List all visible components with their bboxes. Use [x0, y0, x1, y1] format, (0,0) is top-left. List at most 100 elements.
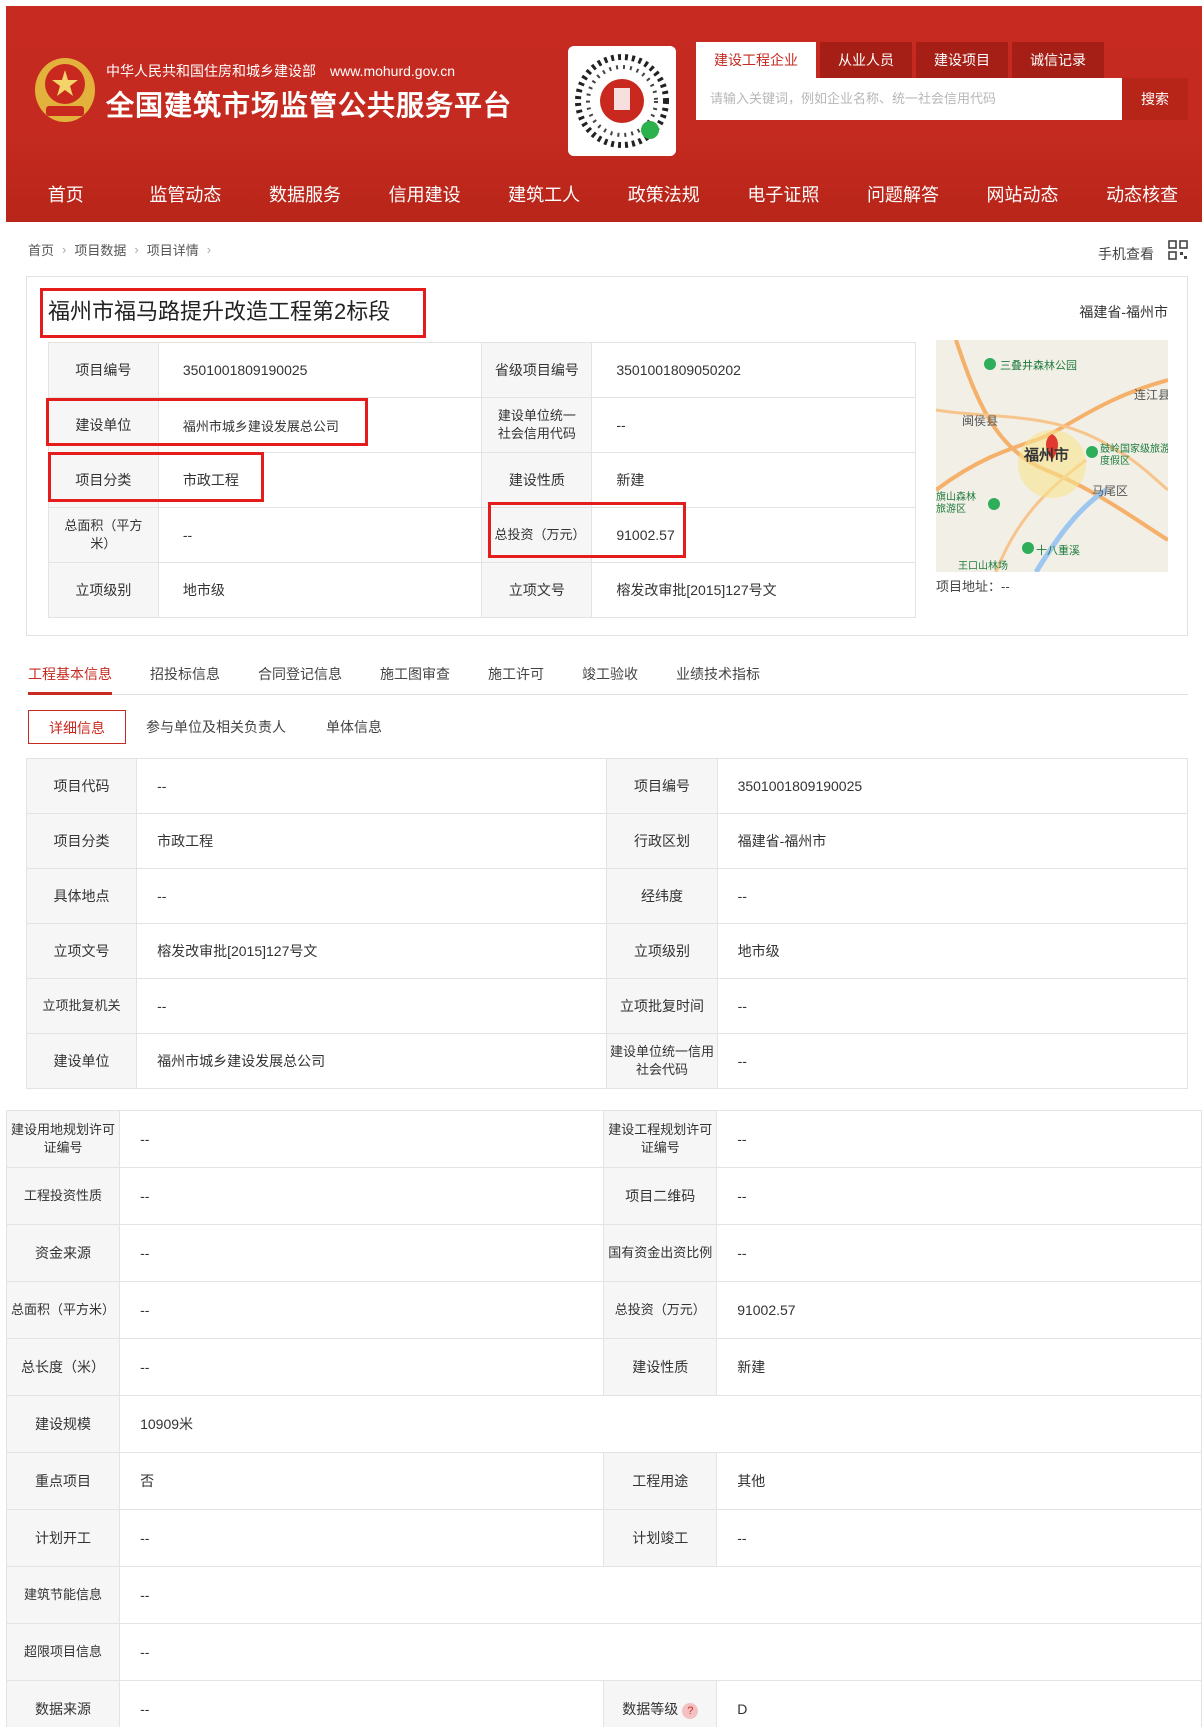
map-label-minhou: 闽侯县 [962, 414, 999, 428]
mini-program-qr-icon [568, 46, 676, 156]
org-url: www.mohurd.gov.cn [330, 63, 456, 79]
map-label-forest-park: 三叠井森林公园 [1000, 360, 1077, 372]
label-location: 具体地点 [25, 868, 138, 924]
nav-item-workers[interactable]: 建筑工人 [484, 168, 604, 222]
nav-item-data-service[interactable]: 数据服务 [245, 168, 365, 222]
value-investment-nature: -- [119, 1167, 605, 1225]
tab-bidding[interactable]: 招投标信息 [150, 664, 220, 684]
label-approval-doc: 立项文号 [25, 923, 138, 979]
table-row: 数据来源 -- 数据等级? D [5, 1680, 1202, 1727]
search-tab-enterprise[interactable]: 建设工程企业 [696, 42, 816, 78]
table-row: 建设单位 福州市城乡建设发展总公司 建设单位统一信用社会代码 -- [25, 1033, 1189, 1089]
search-tab-personnel[interactable]: 从业人员 [820, 42, 912, 78]
value-land-permit: -- [119, 1110, 605, 1168]
tabs-divider [28, 694, 1188, 695]
mobile-view-link[interactable]: 手机查看 [1098, 244, 1154, 264]
sub-tabs: 详细信息 参与单位及相关负责人 单体信息 [28, 710, 402, 744]
breadcrumb: 首页 › 项目数据 › 项目详情 › [28, 240, 211, 259]
label-approval-doc: 立项文号 [481, 562, 593, 618]
label-data-source: 数据来源 [5, 1680, 121, 1727]
highlight-category [48, 452, 264, 502]
label-project-qrcode: 项目二维码 [603, 1167, 718, 1225]
search-tab-project[interactable]: 建设项目 [916, 42, 1008, 78]
search-button[interactable]: 搜索 [1122, 78, 1188, 120]
nav-item-supervision-news[interactable]: 监管动态 [126, 168, 246, 222]
value-planned-start: -- [119, 1509, 605, 1567]
qr-code-icon[interactable] [1168, 240, 1188, 260]
table-row: 项目分类 市政工程 行政区划 福建省-福州市 [25, 813, 1189, 869]
value-total-area: -- [157, 507, 483, 563]
breadcrumb-project-detail: 项目详情 [146, 243, 199, 258]
chevron-right-icon: › [134, 242, 139, 257]
table-row: 计划开工 -- 计划竣工 -- [5, 1509, 1202, 1567]
nav-item-e-certificate[interactable]: 电子证照 [724, 168, 844, 222]
nav-item-policy[interactable]: 政策法规 [604, 168, 724, 222]
value-planning-permit: -- [716, 1110, 1202, 1168]
value-over-limit: -- [119, 1623, 1202, 1681]
subtab-units[interactable]: 单体信息 [306, 710, 402, 744]
table-row: 重点项目 否 工程用途 其他 [5, 1452, 1202, 1510]
label-over-limit: 超限项目信息 [5, 1623, 121, 1681]
label-planning-permit: 建设工程规划许可证编号 [603, 1110, 718, 1168]
label-builder: 建设单位 [25, 1033, 138, 1089]
value-planned-end: -- [716, 1509, 1202, 1567]
map-label-wangkoushan: 王口山林场 [958, 561, 1008, 572]
label-builder-credit-code: 建设单位统一信用社会代码 [606, 1033, 718, 1089]
value-total-investment: 91002.57 [716, 1281, 1202, 1339]
nav-item-credit[interactable]: 信用建设 [365, 168, 485, 222]
value-coordinates: -- [716, 868, 1189, 924]
value-builder-credit-code: -- [591, 397, 916, 453]
table-row: 总面积（平方米） -- 总投资（万元） 91002.57 [48, 507, 916, 563]
breadcrumb-home[interactable]: 首页 [28, 240, 54, 259]
value-category: 市政工程 [136, 813, 608, 869]
map-label-fuzhou: 福州市 [1024, 447, 1070, 464]
label-fund-source: 资金来源 [5, 1224, 121, 1282]
label-state-fund-ratio: 国有资金出资比例 [603, 1224, 718, 1282]
table-row: 总长度（米） -- 建设性质 新建 [5, 1338, 1202, 1396]
value-approval-level: 地市级 [157, 562, 483, 618]
label-planned-start: 计划开工 [5, 1509, 121, 1567]
label-scale: 建设规模 [5, 1395, 121, 1453]
value-project-no: 3501001809190025 [157, 342, 483, 398]
search-input[interactable]: 请输入关键词，例如企业名称、统一社会信用代码 [696, 78, 1122, 120]
table-row: 项目代码 -- 项目编号 3501001809190025 [25, 758, 1189, 814]
tab-contract[interactable]: 合同登记信息 [258, 664, 342, 684]
value-energy-saving: -- [119, 1566, 1202, 1624]
nav-item-faq[interactable]: 问题解答 [843, 168, 963, 222]
label-builder-credit-code: 建设单位统一社会信用代码 [481, 397, 593, 453]
table-row: 超限项目信息 -- [5, 1623, 1202, 1681]
tab-drawing-review[interactable]: 施工图审查 [380, 664, 450, 684]
label-approval-level: 立项级别 [606, 923, 718, 979]
label-project-code: 项目代码 [25, 758, 138, 814]
label-approval-authority: 立项批复机关 [25, 978, 138, 1034]
nav-item-site-news[interactable]: 网站动态 [963, 168, 1083, 222]
value-key-project: 否 [119, 1452, 605, 1510]
table-row: 具体地点 -- 经纬度 -- [25, 868, 1189, 924]
project-map[interactable]: 三叠井森林公园 连江县 闽侯县 福州市 鼓岭国家级旅游度假区 马尾区 旗山森林旅… [936, 340, 1168, 572]
tab-construction-permit[interactable]: 施工许可 [488, 664, 544, 684]
label-planned-end: 计划竣工 [603, 1509, 718, 1567]
nav-item-dynamic-check[interactable]: 动态核查 [1082, 168, 1202, 222]
value-scale: 10909米 [119, 1395, 1202, 1453]
subtab-participants[interactable]: 参与单位及相关负责人 [126, 710, 306, 744]
search-tab-credit[interactable]: 诚信记录 [1012, 42, 1104, 78]
project-address: 项目地址：-- [936, 576, 1010, 595]
label-provincial-no: 省级项目编号 [481, 342, 593, 398]
table-row: 立项文号 榕发改审批[2015]127号文 立项级别 地市级 [25, 923, 1189, 979]
subtab-detail[interactable]: 详细信息 [28, 710, 126, 744]
tab-tech-indicators[interactable]: 业绩技术指标 [676, 664, 760, 684]
table-row: 项目编号 3501001809190025 省级项目编号 35010018090… [48, 342, 916, 398]
breadcrumb-project-data[interactable]: 项目数据 [74, 240, 126, 259]
table-row: 立项级别 地市级 立项文号 榕发改审批[2015]127号文 [48, 562, 916, 618]
help-icon[interactable]: ? [682, 1702, 699, 1719]
table-row: 立项批复机关 -- 立项批复时间 -- [25, 978, 1189, 1034]
tabs-active-indicator [28, 692, 112, 695]
tab-completion[interactable]: 竣工验收 [582, 664, 638, 684]
tab-basic-info[interactable]: 工程基本信息 [28, 664, 112, 684]
map-label-mawei: 马尾区 [1092, 484, 1129, 498]
map-label-qishan: 旗山森林旅游区 [936, 492, 976, 515]
value-approval-level: 地市级 [716, 923, 1189, 979]
table-row: 建设用地规划许可证编号 -- 建设工程规划许可证编号 -- [5, 1110, 1202, 1168]
map-label-guling: 鼓岭国家级旅游度假区 [1100, 444, 1168, 467]
nav-item-home[interactable]: 首页 [6, 168, 126, 222]
